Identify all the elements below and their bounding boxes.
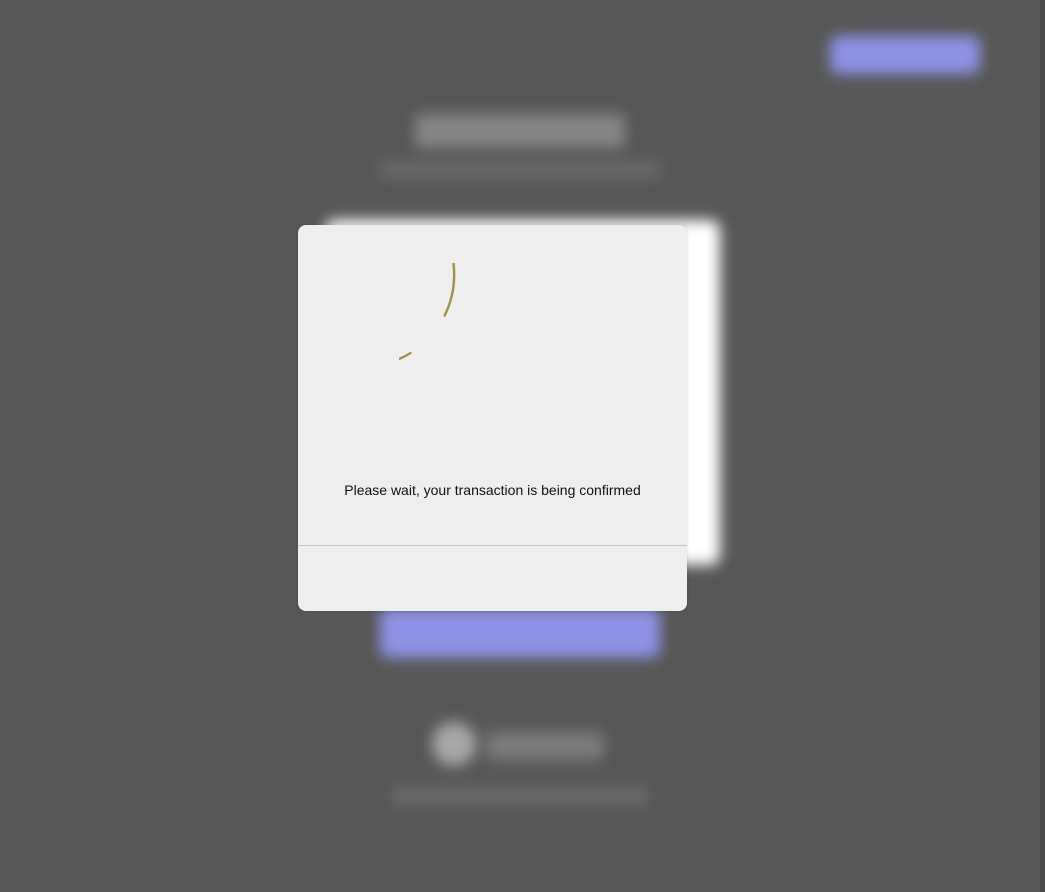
status-message: Please wait, your transaction is being c… — [344, 482, 641, 498]
loading-spinner-icon — [399, 263, 456, 361]
background-logo-text — [486, 732, 604, 760]
background-logo-icon — [432, 722, 476, 766]
window-edge — [1040, 0, 1045, 892]
dialog-footer — [298, 546, 687, 611]
loading-dialog: Please wait, your transaction is being c… — [298, 225, 687, 611]
background-title — [415, 114, 625, 148]
background-subtitle — [380, 162, 660, 178]
background-main-button — [380, 608, 660, 658]
background-footer-text — [392, 788, 648, 804]
background-top-button — [830, 36, 980, 74]
page: Please wait, your transaction is being c… — [0, 0, 1045, 892]
